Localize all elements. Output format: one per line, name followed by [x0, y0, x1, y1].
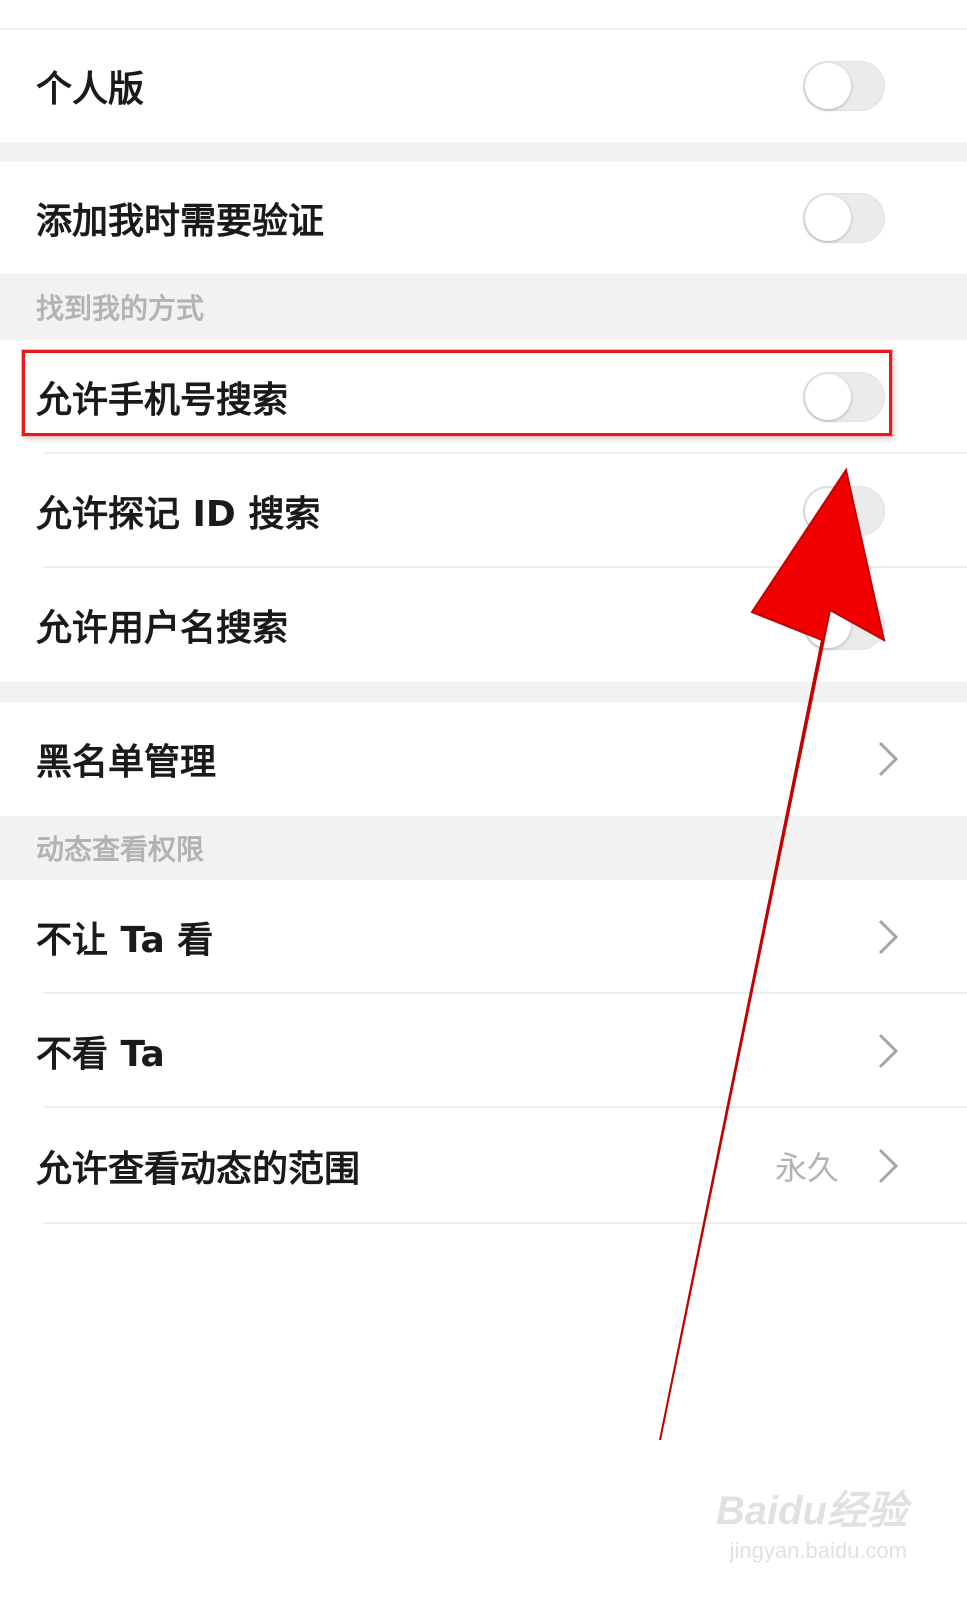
hide-from-label: 不让 Ta 看 — [36, 920, 214, 961]
toggle-knob — [805, 195, 851, 241]
baidu-watermark: Baidu经验 jingyan.baidu.com — [716, 1478, 907, 1564]
verify-add-toggle[interactable] — [803, 193, 885, 243]
section-header-moments: 动态查看权限 — [0, 816, 967, 880]
personal-version-label: 个人版 — [36, 69, 145, 110]
allow-id-search-label: 允许探记 ID 搜索 — [36, 494, 321, 535]
chevron-right-icon — [878, 1033, 899, 1069]
row-hide-from[interactable]: 不让 Ta 看 — [0, 880, 967, 994]
watermark-sub: jingyan.baidu.com — [729, 1538, 907, 1563]
row-dont-see[interactable]: 不看 Ta — [0, 994, 967, 1108]
chevron-right-icon — [878, 1148, 899, 1184]
dont-see-label: 不看 Ta — [36, 1034, 165, 1075]
allow-username-search-toggle[interactable] — [803, 600, 885, 650]
toggle-knob — [805, 602, 851, 648]
allow-id-search-toggle[interactable] — [803, 486, 885, 536]
verify-add-label: 添加我时需要验证 — [36, 201, 325, 242]
moments-header-label: 动态查看权限 — [36, 833, 205, 866]
personal-version-toggle[interactable] — [803, 61, 885, 111]
toggle-knob — [805, 488, 851, 534]
chevron-right-icon — [878, 741, 899, 777]
row-verify-add: 添加我时需要验证 — [0, 162, 967, 274]
row-allow-id-search: 允许探记 ID 搜索 — [0, 454, 967, 568]
top-strip — [0, 0, 967, 28]
row-allow-username-search: 允许用户名搜索 — [0, 568, 967, 682]
row-blacklist[interactable]: 黑名单管理 — [0, 702, 967, 816]
section-header-find-me: 找到我的方式 — [0, 274, 967, 340]
toggle-knob — [805, 63, 851, 109]
blacklist-label: 黑名单管理 — [36, 742, 217, 783]
row-personal-version: 个人版 — [0, 30, 967, 142]
visible-range-value: 永久 — [774, 1149, 839, 1187]
allow-username-search-label: 允许用户名搜索 — [36, 608, 289, 649]
watermark-main: Baidu经验 — [715, 1489, 907, 1533]
find-me-header-label: 找到我的方式 — [36, 292, 205, 325]
highlight-box — [22, 350, 892, 436]
row-visible-range[interactable]: 允许查看动态的范围 永久 — [0, 1108, 967, 1224]
chevron-right-icon — [878, 919, 899, 955]
visible-range-label: 允许查看动态的范围 — [36, 1149, 361, 1190]
